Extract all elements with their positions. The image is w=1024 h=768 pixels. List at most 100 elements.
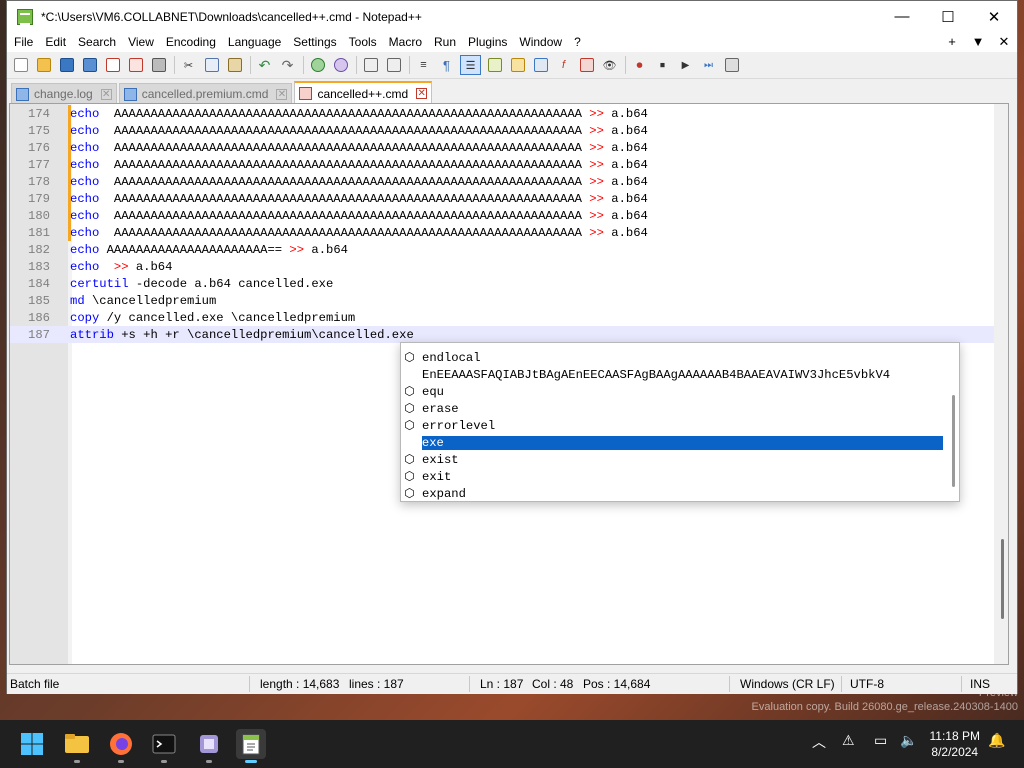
- volume-icon[interactable]: 🔈: [900, 732, 917, 749]
- text-token: -decode a.b64 cancelled.exe: [128, 276, 334, 291]
- vertical-scrollbar[interactable]: [994, 104, 1008, 664]
- network-disconnected-icon[interactable]: ⚠: [842, 732, 855, 749]
- menu-encoding[interactable]: Encoding: [161, 32, 221, 52]
- zoom-in-icon[interactable]: [361, 56, 380, 74]
- monitoring-icon[interactable]: 👁: [600, 56, 619, 74]
- print-icon[interactable]: [149, 56, 168, 74]
- close-all-icon[interactable]: [126, 56, 145, 74]
- tab-cancelled-plusplus-cmd[interactable]: cancelled++.cmd ✕: [294, 81, 433, 104]
- menu-tools[interactable]: Tools: [344, 32, 382, 52]
- code-line[interactable]: 180 echo AAAAAAAAAAAAAAAAAAAAAAAAAAAAAAAA…: [10, 207, 996, 224]
- tab-close-icon[interactable]: ✕: [416, 88, 428, 99]
- tab-change-log[interactable]: change.log ✕: [11, 83, 117, 104]
- record-macro-icon[interactable]: ⏺: [630, 56, 649, 74]
- menu-language[interactable]: Language: [223, 32, 286, 52]
- code-line[interactable]: 176 echo AAAAAAAAAAAAAAAAAAAAAAAAAAAAAAAA…: [10, 139, 996, 156]
- undo-icon[interactable]: ↶: [255, 56, 274, 74]
- menu-search[interactable]: Search: [73, 32, 121, 52]
- start-button[interactable]: [17, 729, 47, 759]
- code-content[interactable]: 174 echo AAAAAAAAAAAAAAAAAAAAAAAAAAAAAAAA…: [10, 105, 996, 343]
- code-line[interactable]: 182 echo AAAAAAAAAAAAAAAAAAAAAA== >> a.b6…: [10, 241, 996, 258]
- autocomplete-popup[interactable]: ⬡ endlocal EnEEAAASFAQIABJtBAgAEnEECAASFAg…: [400, 342, 960, 502]
- cut-icon[interactable]: ✂: [179, 56, 198, 74]
- code-line[interactable]: 185 md \cancelledpremium: [10, 292, 996, 309]
- save-icon[interactable]: [57, 56, 76, 74]
- folder-workspace-icon[interactable]: [577, 56, 596, 74]
- notepadpp-taskbar-button[interactable]: [236, 729, 266, 763]
- autocomplete-item[interactable]: ⬡ endlocal: [403, 349, 943, 366]
- indent-guide-icon[interactable]: ☰: [460, 55, 481, 75]
- redo-icon[interactable]: ↷: [278, 56, 297, 74]
- autocomplete-item[interactable]: ⬡ errorlevel: [403, 417, 943, 434]
- title-bar[interactable]: *C:\Users\VM6.COLLABNET\Downloads\cancel…: [7, 1, 1017, 32]
- play-macro-icon[interactable]: ▶: [676, 56, 695, 74]
- save-all-icon[interactable]: [80, 56, 99, 74]
- status-encoding[interactable]: UTF-8: [850, 677, 884, 691]
- code-line[interactable]: 183 echo >> a.b64: [10, 258, 996, 275]
- doc-list-icon[interactable]: [531, 56, 550, 74]
- close-file-icon[interactable]: [103, 56, 122, 74]
- close-tab-button[interactable]: ✕: [991, 32, 1017, 52]
- notification-bell-icon[interactable]: 🔔: [988, 732, 1005, 749]
- code-line[interactable]: 174 echo AAAAAAAAAAAAAAAAAAAAAAAAAAAAAAAA…: [10, 105, 996, 122]
- autocomplete-item[interactable]: ⬡ erase: [403, 400, 943, 417]
- code-line[interactable]: 187 attrib +s +h +r \cancelledpremium\can…: [10, 326, 996, 343]
- find-icon[interactable]: [308, 56, 327, 74]
- code-line[interactable]: 181 echo AAAAAAAAAAAAAAAAAAAAAAAAAAAAAAAA…: [10, 224, 996, 241]
- code-line[interactable]: 177 echo AAAAAAAAAAAAAAAAAAAAAAAAAAAAAAAA…: [10, 156, 996, 173]
- doc-map-icon[interactable]: [508, 56, 527, 74]
- new-file-icon[interactable]: [11, 56, 30, 74]
- paste-icon[interactable]: [225, 56, 244, 74]
- autocomplete-item[interactable]: ⬡ equ: [403, 383, 943, 400]
- show-hidden-icons-chevron-icon[interactable]: ︿: [812, 732, 826, 752]
- save-macro-icon[interactable]: [722, 56, 741, 74]
- menu-help[interactable]: ?: [569, 32, 586, 52]
- display-icon[interactable]: ▭: [874, 732, 887, 749]
- menu-settings[interactable]: Settings: [288, 32, 341, 52]
- terminal-button[interactable]: [149, 729, 179, 763]
- file-explorer-button[interactable]: [62, 729, 92, 763]
- function-list-icon[interactable]: f: [554, 56, 573, 74]
- menu-edit[interactable]: Edit: [40, 32, 71, 52]
- autocomplete-scrollbar[interactable]: [952, 395, 955, 487]
- menu-run[interactable]: Run: [429, 32, 461, 52]
- scrollbar-thumb[interactable]: [1001, 539, 1004, 619]
- menu-macro[interactable]: Macro: [384, 32, 427, 52]
- run-macro-multiple-icon[interactable]: ⏭: [699, 56, 718, 74]
- menu-window[interactable]: Window: [514, 32, 567, 52]
- new-tab-button[interactable]: +: [939, 32, 965, 52]
- status-insert-mode[interactable]: INS: [970, 677, 990, 691]
- close-button[interactable]: ✕: [971, 1, 1017, 32]
- code-line[interactable]: 178 echo AAAAAAAAAAAAAAAAAAAAAAAAAAAAAAAA…: [10, 173, 996, 190]
- status-line-ending[interactable]: Windows (CR LF): [740, 677, 835, 691]
- menu-file[interactable]: File: [9, 32, 38, 52]
- autocomplete-item[interactable]: ⬡ exit: [403, 468, 943, 485]
- code-line[interactable]: 175 echo AAAAAAAAAAAAAAAAAAAAAAAAAAAAAAAA…: [10, 122, 996, 139]
- autocomplete-item[interactable]: ⬡ expand: [403, 485, 943, 502]
- stop-macro-icon[interactable]: ⏹: [653, 56, 672, 74]
- replace-icon[interactable]: [331, 56, 350, 74]
- copy-icon[interactable]: [202, 56, 221, 74]
- firefox-button[interactable]: [106, 729, 136, 763]
- code-line[interactable]: 179 echo AAAAAAAAAAAAAAAAAAAAAAAAAAAAAAAA…: [10, 190, 996, 207]
- taskbar-clock[interactable]: 11:18 PM 8/2/2024: [930, 728, 980, 760]
- code-line[interactable]: 184 certutil -decode a.b64 cancelled.exe: [10, 275, 996, 292]
- tab-list-button[interactable]: ▼: [965, 32, 991, 52]
- minimize-button[interactable]: —: [879, 1, 925, 32]
- autocomplete-item[interactable]: ⬡ exist: [403, 451, 943, 468]
- autocomplete-item[interactable]: exe: [403, 434, 943, 451]
- show-all-characters-icon[interactable]: ¶: [437, 56, 456, 74]
- menu-view[interactable]: View: [123, 32, 159, 52]
- tab-close-icon[interactable]: ✕: [100, 88, 112, 100]
- maximize-button[interactable]: ☐: [925, 1, 971, 32]
- udl-icon[interactable]: [485, 56, 504, 74]
- code-line[interactable]: 186 copy /y cancelled.exe \cancelledpremi…: [10, 309, 996, 326]
- app-button[interactable]: [194, 729, 224, 763]
- menu-plugins[interactable]: Plugins: [463, 32, 512, 52]
- open-file-icon[interactable]: [34, 56, 53, 74]
- tab-close-icon[interactable]: ✕: [276, 88, 288, 100]
- tab-cancelled-premium-cmd[interactable]: cancelled.premium.cmd ✕: [118, 83, 293, 104]
- zoom-out-icon[interactable]: [384, 56, 403, 74]
- autocomplete-item[interactable]: EnEEAAASFAQIABJtBAgAEnEECAASFAgBAAgAAAAA…: [403, 366, 943, 383]
- word-wrap-icon[interactable]: ≡: [414, 56, 433, 74]
